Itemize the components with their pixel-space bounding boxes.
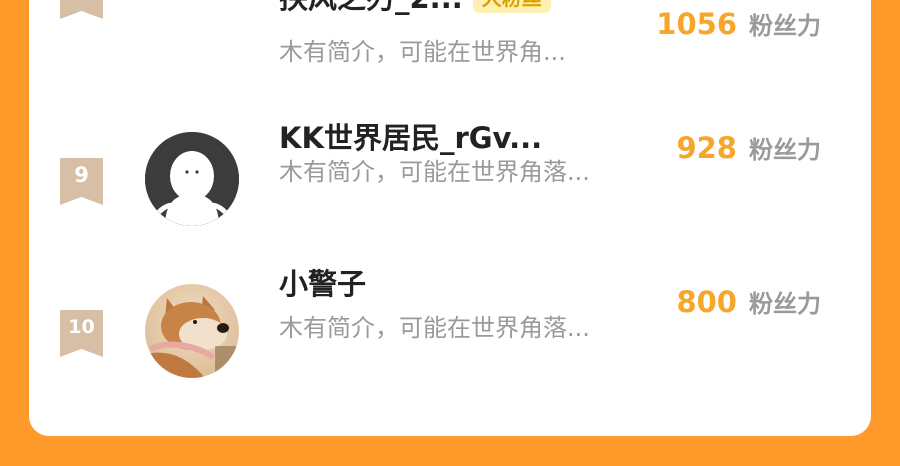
- score-unit: 粉丝力: [749, 12, 821, 40]
- score-unit: 粉丝力: [749, 136, 821, 164]
- default-user-avatar-icon[interactable]: [145, 132, 239, 226]
- ranking-row[interactable]: 10 小警子 木有简介，可能在世界角落... 800 粉丝力: [29, 267, 871, 390]
- user-bio: 木有简介，可能在世界角落...: [279, 158, 590, 186]
- fan-level-badge: 大粉丝: [472, 0, 551, 13]
- user-name[interactable]: KK世界居民_rGv...: [279, 115, 542, 157]
- default-user-avatar-icon: [145, 132, 239, 226]
- rank-badge: 10: [60, 310, 103, 357]
- rank-badge: 9: [60, 158, 103, 205]
- rank-number: 9: [74, 163, 89, 187]
- fan-ranking-card: 8 挟风之刃_2... 大粉丝 木有简介，可能在世界角... 1056 粉丝力 …: [29, 0, 871, 436]
- score-value: 800: [676, 285, 737, 319]
- shiba-dog-photo-avatar[interactable]: [145, 284, 239, 378]
- user-name-line: 挟风之刃_2... 大粉丝: [279, 0, 551, 17]
- fan-power-score: 928 粉丝力: [676, 130, 821, 165]
- ribbon-icon: [60, 0, 103, 19]
- fan-power-score: 800 粉丝力: [676, 284, 821, 319]
- user-bio: 木有简介，可能在世界角落...: [279, 314, 590, 342]
- user-name[interactable]: 挟风之刃_2...: [279, 0, 463, 17]
- user-name[interactable]: 小警子: [279, 261, 366, 303]
- ranking-row[interactable]: 9 KK世界居民_rGv... 木有简介，可能在世界角落... 928 粉丝力: [29, 116, 871, 236]
- rank-badge: 8: [60, 0, 103, 19]
- score-value: 1056: [656, 7, 737, 41]
- user-name-line: 小警子: [279, 261, 366, 303]
- ranking-row[interactable]: 8 挟风之刃_2... 大粉丝 木有简介，可能在世界角... 1056 粉丝力: [29, 0, 871, 92]
- user-bio: 木有简介，可能在世界角...: [279, 38, 566, 66]
- score-value: 928: [676, 131, 737, 165]
- rank-number: 8: [60, 0, 103, 1]
- dog-photo-icon: [145, 284, 239, 378]
- user-name-line: KK世界居民_rGv...: [279, 115, 542, 157]
- rank-number: 10: [68, 316, 95, 338]
- score-unit: 粉丝力: [749, 290, 821, 318]
- fan-power-score: 1056 粉丝力: [656, 6, 821, 41]
